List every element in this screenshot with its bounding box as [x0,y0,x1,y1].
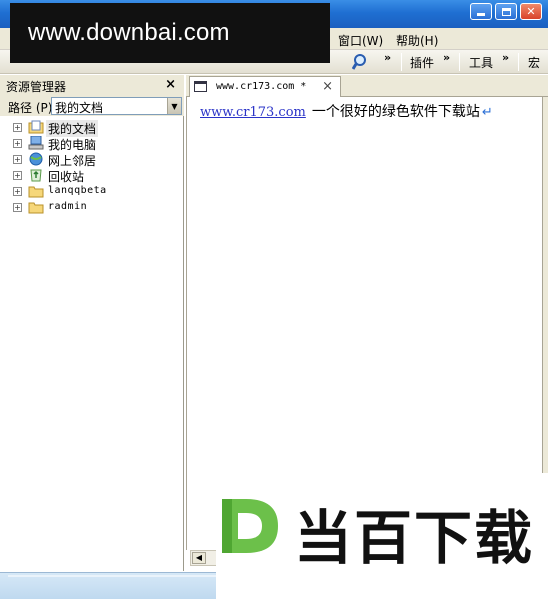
tree-item-radmin[interactable]: + radmin [0,199,184,215]
expand-icon[interactable]: + [13,171,22,180]
minimize-button[interactable] [470,3,492,20]
chevron-down-icon[interactable]: ▼ [167,98,181,114]
scroll-left-button[interactable]: ◀ [192,552,206,564]
toolbar-separator [401,53,402,71]
path-select[interactable]: 我的文档 ▼ [51,97,182,115]
editor-link[interactable]: www.cr173.com [200,105,306,120]
toolbar-overflow-2[interactable]: » [443,51,450,64]
tree-item-label: lanqqbeta [48,185,107,196]
expand-icon[interactable]: + [13,123,22,132]
maximize-icon [501,7,511,16]
toolbar-overflow-1[interactable]: » [384,51,391,64]
tab-label: www.cr173.com * [216,81,307,92]
explorer-header: 资源管理器 × [0,75,184,95]
tree-item-lanqqbeta[interactable]: + lanqqbeta [0,183,184,199]
tab-strip: www.cr173.com * × [186,75,548,97]
toolbar-separator [459,53,460,71]
close-button[interactable]: ✕ [520,3,542,20]
path-label: 路径 (P) [8,101,53,115]
minimize-icon [477,13,485,16]
window-controls: ✕ [470,3,542,20]
macro-button[interactable]: 宏 [528,54,540,71]
editor-text: 一个很好的绿色软件下载站 [311,104,480,120]
tools-button[interactable]: 工具 [469,54,493,71]
brand-logo-icon [222,499,278,553]
find-icon[interactable] [352,53,370,71]
documents-icon [28,120,44,134]
menu-window[interactable]: 窗口(W) [338,32,383,49]
folder-tree: + 我的文档 + 我的电脑 + 网上邻居 + 回收站 + lanqqbeta +… [0,119,184,215]
watermark: www.downbai.com [10,3,330,63]
toolbar-overflow-3[interactable]: » [502,51,509,64]
tree-item-recycle-bin[interactable]: + 回收站 [0,167,184,184]
recycle-bin-icon [30,169,42,182]
expand-icon[interactable]: + [13,139,22,148]
line-end-icon: ↵ [481,105,493,120]
explorer-title: 资源管理器 [6,80,67,94]
path-value: 我的文档 [55,101,104,115]
expand-icon[interactable]: + [13,155,22,164]
expand-icon[interactable]: + [13,203,22,212]
tree-item-network[interactable]: + 网上邻居 [0,151,184,168]
brand-overlay: 当百下载 [216,473,548,599]
explorer-close-button[interactable]: × [165,77,176,92]
computer-icon [28,136,44,150]
toolbar-separator [518,53,519,71]
tree-item-my-documents[interactable]: + 我的文档 [0,119,184,137]
explorer-panel: 资源管理器 × 路径 (P) 我的文档 ▼ + 我的文档 + 我的电脑 + 网上… [0,75,184,571]
folder-icon [28,186,44,198]
menu-help[interactable]: 帮助(H) [396,32,438,49]
expand-icon[interactable]: + [13,187,22,196]
document-icon [194,81,207,92]
editor-line: www.cr173.com 一个很好的绿色软件下载站 ↵ [200,101,493,121]
plugins-button[interactable]: 插件 [410,54,434,71]
tree-item-my-computer[interactable]: + 我的电脑 [0,135,184,152]
path-row: 路径 (P) 我的文档 ▼ [0,95,184,116]
network-icon [29,152,43,166]
close-icon: ✕ [526,5,536,18]
maximize-button[interactable] [495,3,517,20]
tree-item-label: radmin [48,201,88,212]
brand-text: 当百下载 [294,504,535,572]
tab-close-button[interactable]: × [322,79,333,94]
folder-icon [28,202,44,214]
tab-document[interactable]: www.cr173.com * × [189,76,341,97]
